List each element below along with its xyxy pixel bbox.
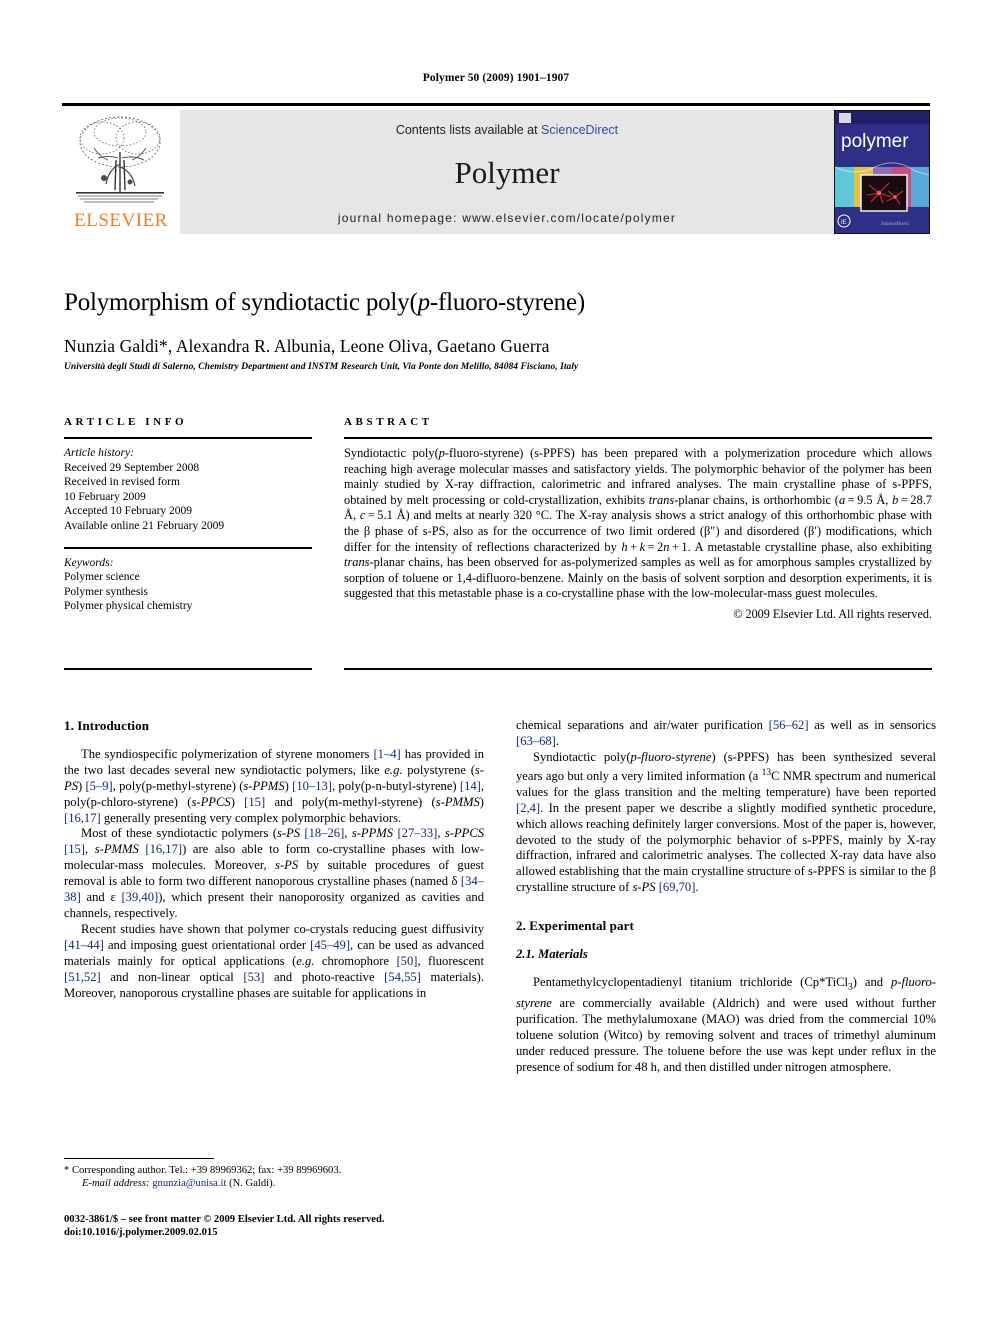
keywords-block: Keywords: Polymer science Polymer synthe… (64, 556, 312, 614)
doi-line: doi:10.1016/j.polymer.2009.02.015 (64, 1227, 218, 1239)
email-owner: (N. Galdi). (229, 1178, 276, 1190)
page-title: Polymorphism of syndiotactic poly(p-fluo… (64, 288, 932, 318)
journal-homepage-link[interactable]: journal homepage: www.elsevier.com/locat… (180, 211, 834, 225)
title-part-1: Polymorphism of syndiotactic poly( (64, 289, 418, 316)
sciencedirect-link[interactable]: ScienceDirect (541, 123, 618, 137)
heading-introduction: 1. Introduction (64, 718, 150, 733)
svg-text:ScienceDirect: ScienceDirect (881, 222, 910, 227)
article-info-label: ARTICLE INFO (64, 416, 188, 428)
keywords-divider (64, 546, 312, 549)
keyword-item: Polymer physical chemistry (64, 600, 193, 613)
history-item: Received 29 September 2008 (64, 461, 200, 474)
history-item: Received in revised form (64, 476, 180, 489)
abstract-copyright: © 2009 Elsevier Ltd. All rights reserved… (733, 606, 932, 621)
svg-text:IE: IE (841, 220, 847, 226)
abstract-bottom-rule (344, 668, 932, 670)
elsevier-tree-icon (76, 116, 164, 203)
issn-line: 0032-3861/$ – see front matter © 2009 El… (64, 1214, 385, 1225)
elsevier-logo: ELSEVIER (62, 110, 180, 234)
elsevier-wordmark: ELSEVIER (74, 210, 168, 231)
paragraph-intro-2: Most of these syndiotactic polymers (s-P… (64, 826, 485, 920)
email-label: E-mail address: (82, 1178, 150, 1190)
abstract-label: ABSTRACT (344, 416, 433, 428)
paragraph-intro-3: Recent studies have shown that polymer c… (64, 921, 485, 1000)
paragraph-intro-4: Syndiotactic poly(p-fluoro-styrene) (s-P… (516, 749, 936, 895)
footnote-contact: * Corresponding author. Tel.: +39 899693… (64, 1165, 342, 1176)
email-link[interactable]: gnunzia@unisa.it (152, 1178, 226, 1189)
cover-art-icon: polymer IE ScienceDirect (835, 111, 929, 233)
abstract-text: Syndiotactic poly(p-fluoro-styrene) (s-P… (344, 446, 933, 601)
contents-available-line: Contents lists available at ScienceDirec… (180, 123, 834, 137)
affiliation: Università degli Studi di Salerno, Chemi… (64, 362, 579, 372)
history-item: Available online 21 February 2009 (64, 519, 225, 532)
abstract-panel: ABSTRACT Syndiotactic poly(p-fluoro-styr… (344, 416, 932, 622)
running-head: Polymer 50 (2009) 1901–1907 (422, 72, 570, 84)
journal-title: Polymer (454, 155, 560, 190)
title-italic-p: p (417, 289, 431, 316)
article-history-label: Article history: (64, 447, 134, 459)
sciencedirect-band: Contents lists available at ScienceDirec… (180, 110, 834, 234)
footnote-divider (64, 1158, 214, 1159)
journal-masthead: ELSEVIER Contents lists available at Sci… (62, 103, 930, 234)
history-item: 10 February 2009 (64, 490, 146, 503)
article-info-bottom-rule (64, 668, 312, 670)
journal-cover-thumbnail: polymer IE ScienceDirect (834, 110, 930, 234)
history-item: Accepted 10 February 2009 (64, 505, 193, 518)
imprint-block: 0032-3861/$ – see front matter © 2009 El… (64, 1213, 534, 1239)
title-part-2: -fluoro-styrene) (429, 289, 585, 316)
journal-article-page: Polymer 50 (2009) 1901–1907 ELSEVIER Con… (0, 0, 992, 1323)
body-column-left: 1. Introduction The syndiospecific polym… (64, 718, 484, 1001)
keyword-item: Polymer science (64, 571, 140, 584)
paragraph-intro-1: The syndiospecific polymerization of sty… (64, 746, 485, 825)
keyword-item: Polymer synthesis (64, 585, 149, 598)
paragraph-intro-3-cont: chemical separations and air/water purif… (516, 718, 936, 748)
paragraph-materials-1: Pentamethylcyclopentadienyl titanium tri… (516, 974, 936, 1075)
corresponding-author-footnote: * Corresponding author. Tel.: +39 899693… (64, 1158, 484, 1191)
footnote-email-line: E-mail address: gnunzia@unisa.it (N. Gal… (64, 1177, 484, 1190)
heading-experimental: 2. Experimental part (516, 918, 634, 934)
abstract-divider (344, 437, 932, 439)
body-column-right: chemical separations and air/water purif… (516, 718, 936, 1076)
article-info-panel: ARTICLE INFO Article history: Received 2… (64, 416, 312, 614)
article-history-block: Article history: Received 29 September 2… (64, 446, 312, 534)
heading-materials: 2.1. Materials (516, 947, 588, 962)
contents-prefix: Contents lists available at (395, 123, 542, 137)
author-list: Nunzia Galdi*, Alexandra R. Albunia, Leo… (64, 336, 550, 356)
svg-text:polymer: polymer (841, 131, 909, 152)
keywords-label: Keywords: (64, 556, 114, 569)
article-info-divider (64, 437, 312, 439)
